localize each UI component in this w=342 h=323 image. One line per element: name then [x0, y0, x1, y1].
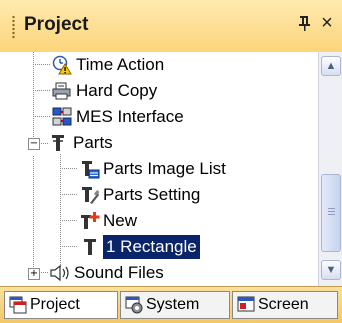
tab-label: System: [146, 296, 200, 313]
mes-interface-icon: [52, 107, 72, 127]
thumb-grip-icon: [328, 208, 335, 217]
tree-item-hard-copy[interactable]: Hard Copy: [0, 78, 318, 104]
tree-item-mes-interface[interactable]: MES Interface: [0, 104, 318, 130]
part-item-icon: [80, 237, 100, 257]
tree-item-time-action[interactable]: Time Action: [0, 52, 318, 78]
tab-project[interactable]: Project: [4, 291, 118, 319]
hard-copy-icon: [52, 81, 72, 101]
panel-title: Project: [24, 14, 89, 35]
pin-icon[interactable]: [297, 13, 313, 35]
scroll-up-button[interactable]: ▲: [321, 56, 341, 76]
time-action-icon: [52, 55, 72, 75]
parts-setting-icon: [80, 185, 100, 205]
screen-tab-icon: [237, 296, 255, 314]
tree-item-label: MES Interface: [76, 107, 184, 126]
parts-image-list-icon: [80, 159, 100, 179]
tree-item-label: Parts: [73, 133, 113, 152]
tab-screen[interactable]: Screen: [232, 291, 338, 319]
tree-item-label: Time Action: [76, 55, 165, 74]
tree-item-label: Hard Copy: [76, 81, 158, 100]
tab-system[interactable]: System: [120, 291, 230, 319]
scroll-thumb[interactable]: [321, 174, 341, 252]
tree-item-label: Parts Setting: [103, 185, 201, 204]
tree-item-label: 1 Rectangle: [103, 235, 200, 259]
sound-files-icon: [49, 263, 69, 283]
scroll-down-button[interactable]: ▼: [321, 260, 341, 280]
expand-toggle-icon[interactable]: +: [28, 268, 40, 280]
tree-item-label: Parts Image List: [103, 159, 226, 178]
drag-grip-icon[interactable]: [12, 15, 15, 39]
tab-label: Screen: [258, 296, 309, 313]
tree-item-parts-image-list[interactable]: Parts Image List: [0, 156, 318, 182]
system-tab-icon: [125, 296, 143, 314]
tree-item-parts[interactable]: − Parts: [0, 130, 318, 156]
tree-item-parts-setting[interactable]: Parts Setting: [0, 182, 318, 208]
new-part-icon: [80, 211, 100, 231]
vertical-scrollbar[interactable]: ▲ ▼: [318, 52, 342, 286]
panel-title-bar[interactable]: Project ×: [0, 0, 342, 53]
collapse-toggle-icon[interactable]: −: [28, 138, 40, 150]
tree-item-label: New: [103, 211, 138, 230]
parts-icon: [49, 133, 69, 153]
tree-item-sound-files[interactable]: + Sound Files: [0, 260, 318, 286]
tree-item-1-rectangle[interactable]: 1 Rectangle: [0, 234, 318, 260]
close-icon[interactable]: ×: [318, 12, 336, 34]
project-panel: Project × Time Action Hard Copy MES Inte…: [0, 0, 342, 323]
tree-item-new[interactable]: New: [0, 208, 318, 234]
panel-tab-bar: Project System Screen: [0, 286, 342, 323]
tab-label: Project: [30, 296, 80, 313]
tree-item-label: Sound Files: [74, 263, 164, 282]
project-tree[interactable]: Time Action Hard Copy MES Interface − Pa…: [0, 52, 318, 286]
project-tab-icon: [9, 296, 27, 314]
